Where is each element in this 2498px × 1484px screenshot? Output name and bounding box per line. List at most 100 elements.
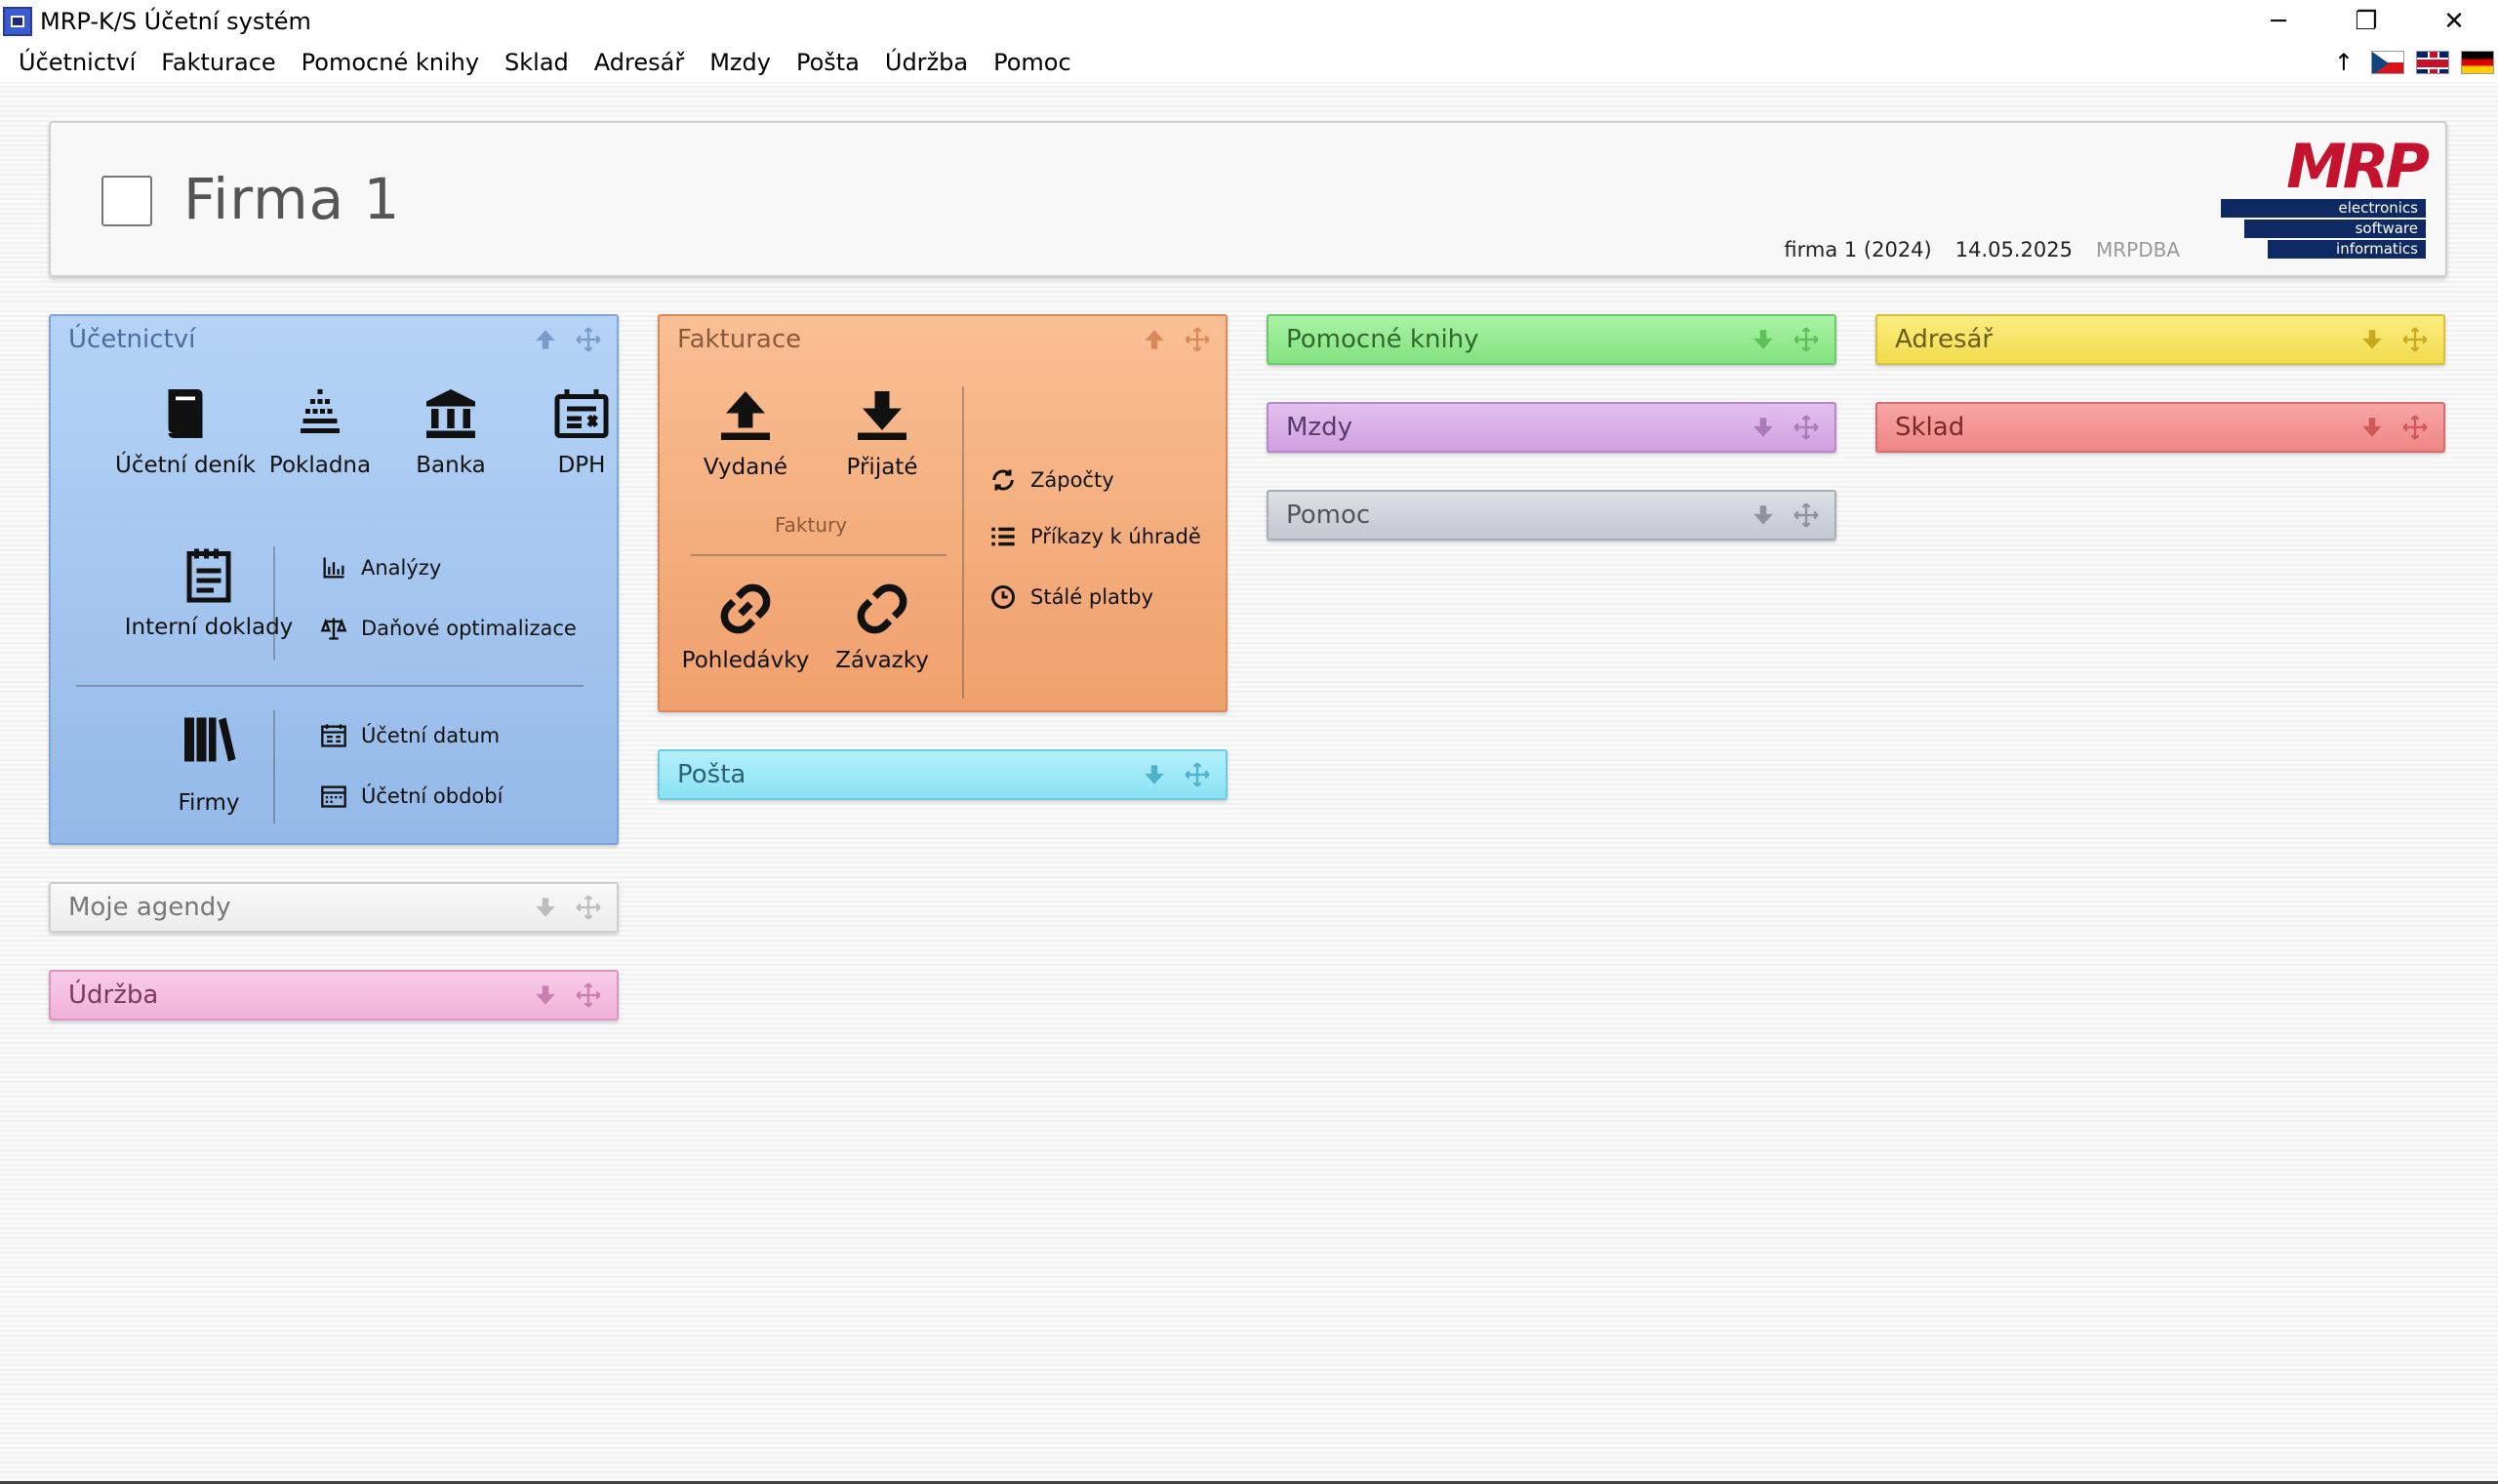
- ucetni-datum-link[interactable]: Účetní datum: [320, 722, 500, 749]
- menu-pomoc[interactable]: Pomoc: [981, 49, 1084, 76]
- move-icon[interactable]: [1792, 413, 1821, 442]
- ucetni-obdobi-link[interactable]: Účetní období: [320, 782, 503, 810]
- expand-down-icon[interactable]: [2357, 413, 2387, 442]
- analyzy-link[interactable]: Analýzy: [320, 554, 441, 582]
- tile-ucetnictvi: Účetnictví Účetní deník Pokladna Banka D…: [49, 314, 619, 845]
- pohledavky-button[interactable]: Pohledávky: [677, 580, 814, 673]
- company-title: Firma 1: [183, 166, 401, 232]
- tile-posta: Pošta: [658, 749, 1228, 800]
- firmy-button[interactable]: Firmy: [141, 710, 277, 816]
- interni-doklady-button[interactable]: Interní doklady: [125, 546, 293, 640]
- banka-button[interactable]: Banka: [383, 384, 519, 478]
- dph-button[interactable]: DPH: [513, 384, 650, 478]
- move-icon[interactable]: [574, 981, 603, 1010]
- menu-mzdy[interactable]: Mzdy: [697, 49, 784, 76]
- expand-down-icon[interactable]: [1140, 760, 1169, 789]
- ucetni-obdobi-label: Účetní období: [361, 784, 504, 808]
- stale-platby-label: Stálé platby: [1030, 585, 1153, 609]
- collapse-up-icon[interactable]: [531, 325, 560, 354]
- minimize-button[interactable]: ─: [2235, 0, 2322, 43]
- book-icon: [168, 389, 203, 438]
- expand-down-icon[interactable]: [1749, 325, 1778, 354]
- move-icon[interactable]: [2400, 413, 2430, 442]
- tile-fakturace: Fakturace Vydané Přijaté Faktury Pohledá…: [658, 314, 1228, 712]
- link-icon: [720, 583, 771, 634]
- expand-down-icon[interactable]: [2357, 325, 2387, 354]
- pokladna-button[interactable]: Pokladna: [252, 384, 388, 478]
- firm-year: firma 1 (2024): [1784, 238, 1932, 261]
- firmy-label: Firmy: [178, 790, 240, 816]
- move-icon[interactable]: [1183, 325, 1212, 354]
- sync-icon: [992, 469, 1014, 491]
- move-icon[interactable]: [1792, 501, 1821, 530]
- move-icon[interactable]: [574, 893, 603, 922]
- de-flag-icon[interactable]: [2461, 51, 2494, 74]
- analyzy-label: Analýzy: [361, 556, 442, 580]
- window-controls: ─ ❐ ✕: [2235, 0, 2498, 43]
- collapse-up-icon[interactable]: [1140, 325, 1169, 354]
- calendar-icon: [321, 724, 346, 747]
- fakt-divider-h: [691, 554, 947, 556]
- menu-ucetnictvi[interactable]: Účetnictví: [6, 49, 148, 76]
- tile-mzdy: Mzdy: [1267, 402, 1836, 453]
- tile-pomocne-knihy: Pomocné knihy: [1267, 314, 1836, 365]
- vydane-button[interactable]: Vydané: [677, 386, 814, 480]
- zavazky-button[interactable]: Závazky: [814, 580, 950, 673]
- move-icon[interactable]: [2400, 325, 2430, 354]
- menu-udrzba[interactable]: Údržba: [872, 49, 981, 76]
- tile-udrzba: Údržba: [49, 970, 619, 1021]
- menu-adresar[interactable]: Adresář: [582, 49, 697, 76]
- books-icon: [184, 717, 236, 762]
- move-icon[interactable]: [1183, 760, 1212, 789]
- expand-down-icon[interactable]: [1749, 501, 1778, 530]
- prikazy-k-uhrade-link[interactable]: Příkazy k úhradě: [989, 523, 1201, 550]
- menu-sklad[interactable]: Sklad: [492, 49, 582, 76]
- restore-button[interactable]: ❐: [2322, 0, 2410, 43]
- current-date: 14.05.2025: [1954, 238, 2073, 261]
- danove-optimalizace-link[interactable]: Daňové optimalizace: [320, 615, 577, 642]
- header-info: firma 1 (2024) 14.05.2025 MRPDBA: [1784, 238, 2180, 261]
- tile-adresar-controls: [2357, 325, 2430, 354]
- tile-fakturace-controls: [1140, 325, 1212, 354]
- cz-flag-icon[interactable]: [2371, 51, 2404, 74]
- gb-flag-icon[interactable]: [2416, 51, 2449, 74]
- move-icon[interactable]: [574, 325, 603, 354]
- document-icon: [186, 548, 231, 603]
- expand-down-icon[interactable]: [531, 981, 560, 1010]
- expand-down-icon[interactable]: [1749, 413, 1778, 442]
- calendar-range-icon: [321, 785, 346, 808]
- banka-label: Banka: [416, 453, 486, 478]
- zapocty-label: Zápočty: [1030, 468, 1114, 492]
- menu-posta[interactable]: Pošta: [784, 49, 872, 76]
- download-icon: [858, 391, 907, 440]
- tax-icon: [554, 389, 609, 438]
- company-checkbox[interactable]: [101, 176, 152, 226]
- ucto-divider-v2: [273, 710, 275, 823]
- close-button[interactable]: ✕: [2410, 0, 2498, 43]
- danove-optimalizace-label: Daňové optimalizace: [361, 617, 577, 640]
- tile-moje-agendy: Moje agendy: [49, 882, 619, 933]
- arrow-up-icon[interactable]: ↑: [2334, 49, 2354, 76]
- menu-fakturace[interactable]: Fakturace: [148, 49, 288, 76]
- tile-pomoc-controls: [1749, 501, 1821, 530]
- menu-pomocne-knihy[interactable]: Pomocné knihy: [289, 49, 492, 76]
- menu-bar: Účetnictví Fakturace Pomocné knihy Sklad…: [0, 43, 2498, 82]
- scales-icon: [320, 618, 347, 640]
- expand-down-icon[interactable]: [531, 893, 560, 922]
- zapocty-link[interactable]: Zápočty: [989, 466, 1114, 494]
- mrp-logo: MRP electronics software informatics: [2221, 137, 2430, 263]
- window-title: MRP-K/S Účetní systém: [40, 8, 311, 35]
- move-icon[interactable]: [1792, 325, 1821, 354]
- pokladna-label: Pokladna: [268, 453, 372, 478]
- stale-platby-link[interactable]: Stálé platby: [989, 583, 1153, 611]
- ucetni-denik-label: Účetní deník: [115, 453, 256, 478]
- prijate-button[interactable]: Přijaté: [814, 386, 950, 480]
- app-icon: [3, 7, 32, 36]
- vydane-label: Vydané: [703, 455, 788, 480]
- upload-icon: [721, 391, 770, 440]
- ucetni-denik-button[interactable]: Účetní deník: [115, 384, 256, 478]
- interni-doklady-label: Interní doklady: [124, 615, 294, 640]
- list-icon: [991, 527, 1015, 546]
- tile-adresar: Adresář: [1875, 314, 2445, 365]
- menu-right-tools: ↑: [2334, 49, 2494, 76]
